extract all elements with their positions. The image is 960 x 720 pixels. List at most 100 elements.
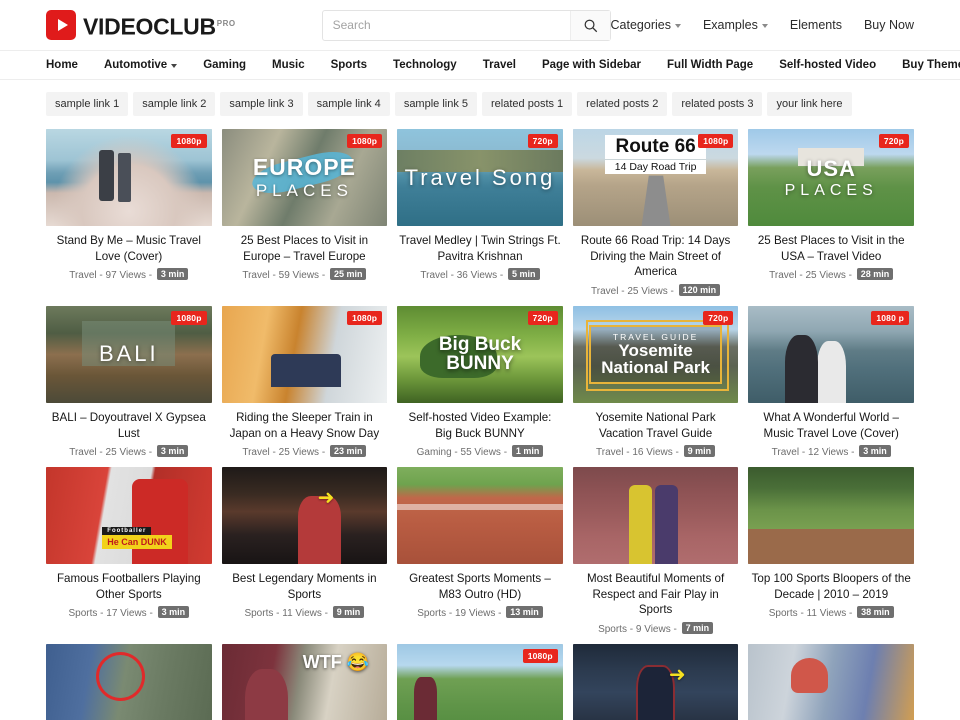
main-nav-item-travel[interactable]: Travel [483,59,516,71]
tag-link-8[interactable]: related posts 3 [672,92,763,116]
video-title[interactable]: Travel Medley | Twin Strings Ft. Pavitra… [397,233,563,264]
video-card[interactable]: WTF 😂Funny Sports FailsSports - 11 Views… [221,644,388,720]
video-thumbnail[interactable]: ➜ [221,467,388,565]
video-card[interactable]: USA PLACES 720p 25 Best Places to Visit in … [748,129,914,297]
main-nav-item-music[interactable]: Music [272,59,305,71]
video-title[interactable]: Top 100 Sports Bloopers of the Decade | … [748,571,914,602]
video-title[interactable]: Self-hosted Video Example: Big Buck BUNN… [397,410,563,441]
video-card[interactable]: Footballer He Can DUNK Famous Footballers … [46,467,212,635]
video-thumbnail[interactable]: 1080 p [748,305,914,403]
main-nav-item-full-width-page[interactable]: Full Width Page [667,59,753,71]
video-category[interactable]: Travel [772,447,799,458]
main-nav-item-technology[interactable]: Technology [393,59,457,71]
video-category[interactable]: Sports [769,608,798,619]
video-title[interactable]: Best Legendary Moments in Sports [222,571,388,602]
video-thumbnail[interactable]: Route 66 14 Day Road Trip 1080p [572,129,739,226]
video-card[interactable]: 20 BEAUTIFUL MOMENTS OF RESPECT IN SPORT… [46,644,212,720]
video-thumbnail[interactable]: ➜ [572,644,739,720]
video-card[interactable]: ➜ Best Legendary Moments in Sports Sports … [221,467,388,635]
video-thumbnail[interactable]: 1080p [397,644,563,720]
video-thumbnail[interactable] [748,644,914,720]
tag-link-9[interactable]: your link here [767,92,852,116]
video-thumbnail[interactable] [46,644,212,720]
main-nav-item-automotive[interactable]: Automotive [104,59,178,71]
video-title[interactable]: What A Wonderful World – Music Travel Lo… [748,410,914,441]
top-nav-item-1[interactable]: Examples [703,18,768,32]
video-card[interactable]: BALI 1080p BALI – Doyoutravel X Gypsea Lus… [46,305,212,458]
tag-link-5[interactable]: sample link 5 [394,92,478,116]
top-nav-item-3[interactable]: Buy Now [864,18,914,32]
video-thumbnail[interactable]: BALI 1080p [46,305,212,403]
video-category[interactable]: Sports [244,608,273,619]
video-card[interactable]: MUST SEE MOMENTS IN SPORTS!Sports - 13 V… [748,644,914,720]
video-category[interactable]: Travel [420,270,447,281]
video-category[interactable]: Travel [69,447,96,458]
chevron-down-icon [171,64,178,68]
video-title[interactable]: Yosemite National Park Vacation Travel G… [573,410,739,441]
video-category[interactable]: Travel [596,447,623,458]
video-card[interactable]: EUROPE PLACES 1080p 25 Best Places to Visit… [221,129,388,297]
video-card[interactable]: Greatest Sports Moments – M83 Outro (HD)… [397,467,563,635]
top-nav-item-2[interactable]: Elements [790,18,842,32]
video-thumbnail[interactable]: 1080p [221,305,388,403]
main-nav-item-sports[interactable]: Sports [331,59,367,71]
video-thumbnail[interactable]: TRAVEL GUIDE Yosemite National Park 720p [572,305,739,403]
video-category[interactable]: Travel [591,286,618,297]
video-thumbnail[interactable] [397,467,563,565]
video-card[interactable]: 1080pAll Sports Baseball BattleSports - … [397,644,563,720]
site-logo[interactable]: VIDEOCLUBPRO [46,9,236,42]
search-box[interactable] [321,9,611,41]
video-card[interactable]: 1080p Stand By Me – Music Travel Love (Co… [46,129,212,297]
video-card[interactable]: Route 66 14 Day Road Trip 1080p Route 66 Ro… [572,129,739,297]
video-card[interactable]: 1080p Riding the Sleeper Train in Japan o… [221,305,388,458]
tag-link-3[interactable]: sample link 3 [220,92,303,116]
tag-link-1[interactable]: sample link 1 [46,92,129,116]
main-nav-item-self-hosted-video[interactable]: Self-hosted Video [779,59,876,71]
video-thumbnail[interactable] [748,467,914,565]
video-thumbnail[interactable]: USA PLACES 720p [748,129,914,226]
tag-link-2[interactable]: sample link 2 [133,92,216,116]
video-title[interactable]: Most Beautiful Moments of Respect and Fa… [573,571,739,618]
video-title[interactable]: 25 Best Places to Visit in the USA – Tra… [748,233,914,264]
video-title[interactable]: 25 Best Places to Visit in Europe – Trav… [222,233,388,264]
video-category[interactable]: Travel [769,270,796,281]
video-card[interactable]: ➜Weird Moments in Sports HistorySports -… [572,644,739,720]
video-category[interactable]: Sports [598,624,627,635]
video-title[interactable]: Famous Footballers Playing Other Sports [46,571,212,602]
video-card[interactable]: 1080 p What A Wonderful World – Music Tra… [748,305,914,458]
video-thumbnail[interactable]: EUROPE PLACES 1080p [221,129,388,226]
search-button[interactable] [569,10,610,40]
top-nav-item-0[interactable]: Categories [611,18,681,32]
tag-link-4[interactable]: sample link 4 [307,92,390,116]
video-card[interactable]: Travel Song 720p Travel Medley | Twin Stri… [397,129,563,297]
video-thumbnail[interactable]: WTF 😂 [221,644,388,720]
main-nav-item-home[interactable]: Home [46,59,78,71]
search-input[interactable] [322,10,570,40]
tag-link-7[interactable]: related posts 2 [577,92,668,116]
video-category[interactable]: Travel [242,270,269,281]
main-nav-item-buy-theme[interactable]: Buy Theme [902,59,960,71]
video-category[interactable]: Travel [242,447,269,458]
video-thumbnail[interactable] [572,467,739,565]
video-thumbnail[interactable]: Travel Song 720p [397,129,563,226]
video-category[interactable]: Sports [68,608,97,619]
main-nav-item-gaming[interactable]: Gaming [203,59,246,71]
video-title[interactable]: Route 66 Road Trip: 14 Days Driving the … [573,233,739,280]
video-title[interactable]: Riding the Sleeper Train in Japan on a H… [222,410,388,441]
tag-link-bar: sample link 1 sample link 2 sample link 3s… [0,80,960,126]
main-nav-item-page-with-sidebar[interactable]: Page with Sidebar [542,59,641,71]
video-title[interactable]: Greatest Sports Moments – M83 Outro (HD) [397,571,563,602]
video-title[interactable]: BALI – Doyoutravel X Gypsea Lust [46,410,212,441]
video-category[interactable]: Gaming [417,447,452,458]
video-card[interactable]: Top 100 Sports Bloopers of the Decade | … [748,467,914,635]
video-title[interactable]: Stand By Me – Music Travel Love (Cover) [46,233,212,264]
video-card[interactable]: TRAVEL GUIDE Yosemite National Park 720p Yos… [572,305,739,458]
video-thumbnail[interactable]: Footballer He Can DUNK [46,467,212,565]
video-thumbnail[interactable]: 1080p [46,129,212,226]
video-category[interactable]: Travel [69,270,96,281]
video-category[interactable]: Sports [417,608,446,619]
video-card[interactable]: Most Beautiful Moments of Respect and Fa… [572,467,739,635]
video-card[interactable]: Big Buck BUNNY 720p Self-hosted Video Examp… [397,305,563,458]
video-thumbnail[interactable]: Big Buck BUNNY 720p [397,305,563,403]
tag-link-6[interactable]: related posts 1 [482,92,573,116]
